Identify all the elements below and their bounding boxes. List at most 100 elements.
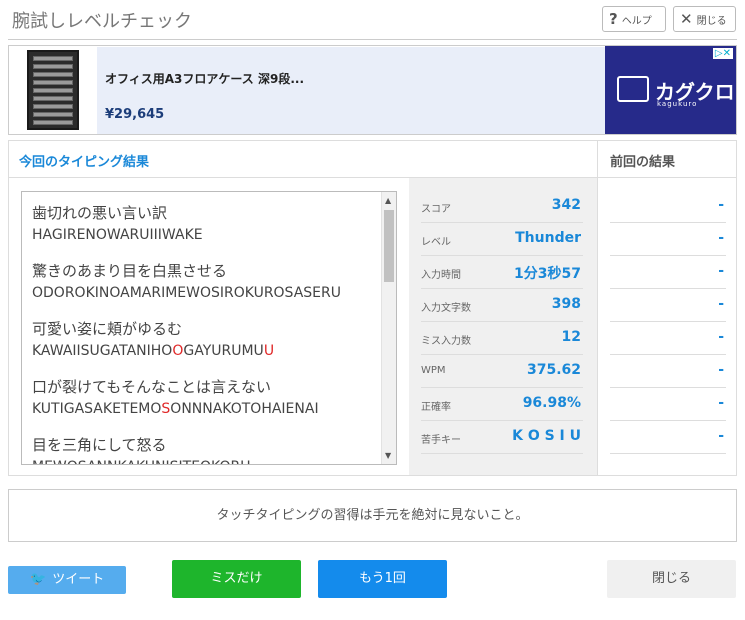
close-top-button[interactable]: ✕ 閉じる [673, 6, 736, 32]
prev-stat-row: - [610, 223, 726, 256]
typed-word-list[interactable]: 目を三角にして怒る MEWOSANNKAKUNISITEOKORU 口が裂けてもそん… [21, 191, 397, 465]
tweet-button[interactable]: 🐦 ツイート [8, 566, 126, 594]
prev-stat-value: - [718, 329, 724, 345]
stat-label: 苦手キー [421, 435, 461, 446]
close-button[interactable]: 閉じる [607, 560, 736, 598]
current-results-header: 今回のタイピング結果 [9, 141, 597, 178]
scrollbar-thumb[interactable] [384, 210, 394, 282]
ad-price: ¥29,645 [105, 107, 165, 122]
scroll-down-icon[interactable]: ▼ [385, 451, 391, 460]
prev-stat-value: - [718, 395, 724, 411]
house-icon [617, 76, 649, 102]
stat-value: K O S I U [512, 428, 581, 444]
typed-chars: KAWAIISUGATANIHO [32, 343, 173, 359]
stat-row: 入力文字数 398 [421, 289, 583, 322]
stat-label: スコア [421, 204, 451, 215]
word-japanese: 目を三角にして怒る [32, 436, 167, 454]
prev-stat-row: - [610, 322, 726, 355]
typed-chars: ONNNAKOTOHAIENAI [170, 401, 319, 417]
product-image [27, 50, 79, 130]
stat-value: 398 [551, 296, 581, 312]
stat-value: 96.98% [522, 395, 581, 411]
prev-stat-value: - [718, 263, 724, 279]
word-romaji: ODOROKINOAMARIMEWOSIROKUROSASERU [32, 285, 341, 301]
stat-row: ミス入力数 12 [421, 322, 583, 355]
stat-label: ミス入力数 [421, 336, 471, 347]
typed-chars: ODOROKINOAMARIMEWOSIROKUROSASERU [32, 285, 341, 301]
word-japanese: 驚きのあまり目を白黒させる [32, 262, 228, 280]
word-japanese: 口が裂けてもそんなことは言えない [32, 378, 271, 396]
word-item: 可愛い姿に頬がゆるむ KAWAIISUGATANIHOOGAYURUMUU [32, 318, 274, 359]
current-results-title: 今回のタイピング結果 [19, 155, 150, 170]
stat-value: 1分3秒57 [514, 266, 581, 282]
close-top-label: 閉じる [696, 15, 727, 27]
stat-value: 12 [561, 329, 581, 345]
stat-row: スコア 342 [421, 190, 583, 223]
word-list-scrollbar[interactable]: ▲ ▼ [381, 192, 396, 464]
prev-stat-row: - [610, 421, 726, 454]
stat-label: WPM [421, 365, 446, 376]
question-icon: ? [609, 10, 618, 28]
brand-sub: kagukuro [657, 100, 698, 108]
retry-button[interactable]: もう1回 [318, 560, 447, 598]
word-japanese: 歯切れの悪い言い訳 [32, 204, 168, 222]
typed-chars: KUTIGASAKETEMO [32, 401, 162, 417]
stat-label: 正確率 [421, 402, 451, 413]
results-panel: 今回のタイピング結果 前回の結果 目を三角にして怒る MEWOSANNKAKUNI… [8, 140, 737, 476]
previous-results-title: 前回の結果 [610, 155, 676, 170]
twitter-bird-icon: 🐦 [30, 572, 47, 587]
previous-results-header: 前回の結果 [597, 141, 736, 178]
stat-value: 342 [551, 197, 581, 213]
prev-stat-row: - [610, 355, 726, 388]
close-icon: ✕ [680, 10, 693, 28]
scroll-up-icon[interactable]: ▲ [385, 196, 391, 205]
stat-value: 375.62 [526, 362, 581, 378]
prev-stat-value: - [718, 362, 724, 378]
typed-chars: GAYURUMU [183, 343, 264, 359]
word-item: 口が裂けてもそんなことは言えない KUTIGASAKETEMOSONNNAKOTO… [32, 376, 319, 417]
stat-row: WPM 375.62 [421, 355, 583, 388]
ad-content [97, 47, 607, 134]
typed-chars: HAGIRENOWARUIIIWAKE [32, 227, 203, 243]
previous-stats: - - - - - - - - [597, 178, 736, 475]
prev-stat-value: - [718, 296, 724, 312]
help-label: ヘルプ [621, 15, 652, 27]
stat-row: 入力時間 1分3秒57 [421, 256, 583, 289]
word-romaji: HAGIRENOWARUIIIWAKE [32, 227, 203, 243]
prev-stat-row: - [610, 289, 726, 322]
prev-stat-value: - [718, 428, 724, 444]
prev-stat-row: - [610, 190, 726, 223]
adchoices-icon[interactable]: ▷✕ [712, 48, 733, 59]
word-romaji: KAWAIISUGATANIHOOGAYURUMUU [32, 343, 274, 359]
word-romaji: MEWOSANNKAKUNISITEOKORU [32, 459, 250, 464]
help-button[interactable]: ? ヘルプ [602, 6, 666, 32]
current-stats: スコア 342 レベル Thunder 入力時間 1分3秒57 入力文字数 398 ミス入力数 1… [409, 178, 597, 475]
miss-char: O [172, 343, 184, 359]
word-item: 目を三角にして怒る MEWOSANNKAKUNISITEOKORU [32, 434, 250, 464]
miss-char: U [263, 343, 275, 359]
stat-row: 苦手キー K O S I U [421, 421, 583, 454]
word-item: 驚きのあまり目を白黒させる ODOROKINOAMARIMEWOSIROKUROS… [32, 260, 341, 301]
stat-label: レベル [421, 237, 451, 248]
typed-chars: MEWOSANNKAKUNISITEOKORU [32, 459, 250, 464]
prev-stat-row: - [610, 388, 726, 421]
ad-product-name[interactable]: オフィス用A3フロアケース 深9段... [105, 70, 304, 87]
stat-row: レベル Thunder [421, 223, 583, 256]
ad-brand-logo[interactable]: カグクロ kagukuro [605, 46, 736, 134]
tweet-label: ツイート [52, 572, 105, 587]
page-title: 腕試しレベルチェック [12, 11, 192, 32]
header: 腕試しレベルチェック ? ヘルプ ✕ 閉じる [8, 0, 737, 40]
ad-banner[interactable]: オフィス用A3フロアケース 深9段... ¥29,645 カグクロ kaguku… [8, 45, 737, 135]
typing-tip: タッチタイピングの習得は手元を絶対に見ないこと。 [8, 489, 737, 542]
prev-stat-value: - [718, 197, 724, 213]
prev-stat-row: - [610, 256, 726, 289]
word-item: 歯切れの悪い言い訳 HAGIRENOWARUIIIWAKE [32, 202, 203, 243]
miss-only-button[interactable]: ミスだけ [172, 560, 301, 598]
word-romaji: KUTIGASAKETEMOSONNNAKOTOHAIENAI [32, 401, 319, 417]
stat-label: 入力文字数 [421, 303, 471, 314]
stat-label: 入力時間 [421, 270, 461, 281]
miss-char: S [161, 401, 171, 417]
word-japanese: 可愛い姿に頬がゆるむ [32, 320, 183, 338]
prev-stat-value: - [718, 230, 724, 246]
stat-value: Thunder [515, 230, 581, 246]
